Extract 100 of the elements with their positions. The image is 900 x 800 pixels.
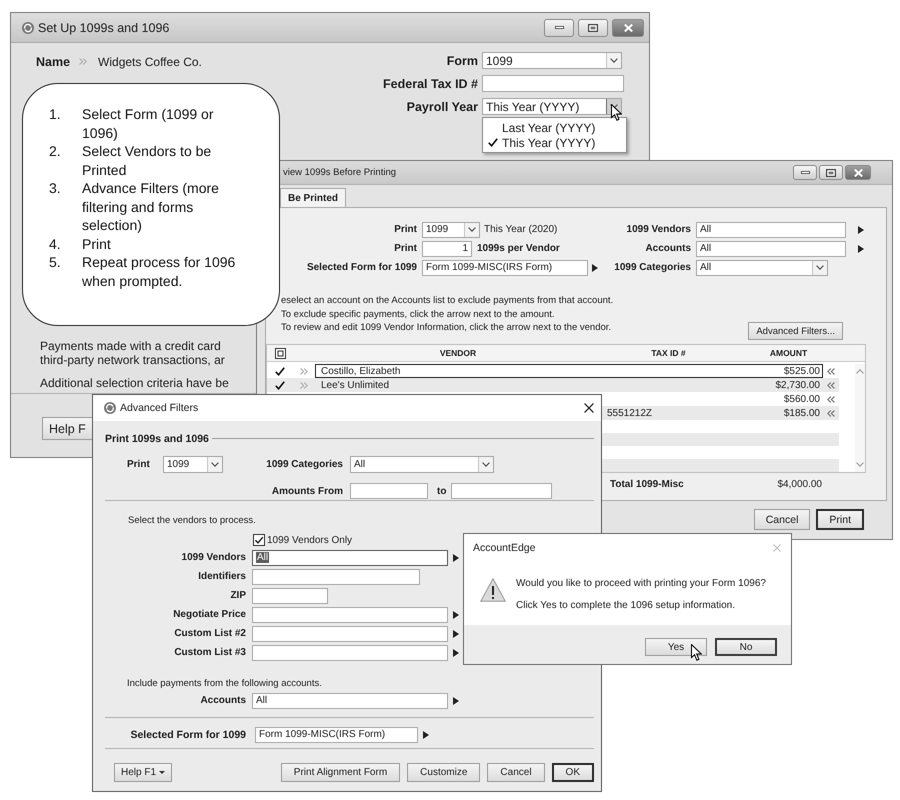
minimize-icon[interactable] bbox=[800, 171, 810, 174]
checkmark-icon[interactable] bbox=[275, 366, 285, 376]
triangle-arrow-icon[interactable] bbox=[858, 226, 864, 234]
field-label: Negotiate Price bbox=[172, 609, 246, 620]
step-number: 3. bbox=[49, 179, 62, 198]
triangle-arrow-icon[interactable] bbox=[423, 730, 429, 738]
close-button[interactable] bbox=[612, 18, 644, 36]
close-button[interactable] bbox=[845, 165, 871, 180]
chevron-down-icon[interactable] bbox=[211, 462, 219, 467]
minimize-icon[interactable] bbox=[554, 26, 564, 29]
scrollbar[interactable] bbox=[855, 364, 865, 472]
cancel-button[interactable]: Cancel bbox=[487, 763, 545, 782]
input-field[interactable] bbox=[482, 75, 624, 92]
print-button[interactable]: Print bbox=[816, 509, 864, 530]
minimize-button[interactable] bbox=[544, 18, 574, 36]
note-text: Payments made with a credit card bbox=[40, 338, 221, 353]
checkmark-icon[interactable] bbox=[275, 380, 285, 390]
dropdown[interactable]: 1099 bbox=[482, 52, 622, 69]
chevron-down-icon[interactable] bbox=[610, 104, 618, 109]
input-field[interactable] bbox=[252, 626, 448, 642]
column-header: AMOUNT bbox=[768, 348, 808, 358]
triangle-arrow-icon[interactable] bbox=[453, 630, 459, 638]
table-row[interactable]: Costillo, Elizabeth $525.00 bbox=[267, 364, 839, 378]
double-chevron-left-icon[interactable] bbox=[827, 382, 835, 388]
advanced-filters-button[interactable]: Advanced Filters... bbox=[748, 322, 843, 340]
double-chevron-left-icon[interactable] bbox=[827, 410, 835, 416]
dropdown[interactable]: This Year (YYYY) bbox=[482, 98, 622, 115]
step-text: Select Form (1099 or 1096) bbox=[82, 105, 214, 142]
no-button[interactable]: No bbox=[715, 638, 777, 656]
input-field[interactable] bbox=[252, 568, 420, 584]
chevron-down-icon[interactable] bbox=[610, 58, 618, 63]
help-button[interactable]: Help F1 bbox=[114, 763, 172, 782]
triangle-arrow-icon[interactable] bbox=[453, 696, 459, 704]
caret-icon[interactable] bbox=[159, 771, 166, 774]
table-cell-text: $560.00 bbox=[782, 394, 821, 404]
dropdown[interactable]: All bbox=[350, 456, 494, 473]
warning-icon bbox=[480, 578, 506, 602]
table-cell-text: $185.00 bbox=[782, 408, 821, 418]
field-label: Accounts bbox=[644, 243, 692, 254]
field-label: Selected Form for 1099 bbox=[306, 262, 418, 273]
dropdown[interactable]: All bbox=[696, 260, 828, 276]
input-field[interactable] bbox=[451, 483, 552, 499]
message-text: Would you like to proceed with printing your Form 1096? bbox=[516, 578, 766, 590]
minimize-button[interactable] bbox=[793, 165, 817, 180]
input-field[interactable] bbox=[252, 588, 328, 604]
yes-button[interactable]: Yes bbox=[645, 638, 707, 656]
triangle-arrow-icon[interactable] bbox=[592, 264, 598, 272]
input-field[interactable]: All bbox=[252, 692, 448, 708]
triangle-arrow-icon[interactable] bbox=[453, 610, 459, 618]
table-row[interactable]: Lee's Unlimited $2,730.00 bbox=[267, 378, 839, 392]
field-label: Custom List #3 bbox=[173, 647, 246, 658]
dropdown-option[interactable]: This Year (YYYY) bbox=[483, 135, 626, 150]
input-field[interactable]: 1 bbox=[422, 240, 472, 256]
field-label: Amounts From bbox=[270, 486, 343, 496]
checkbox[interactable]: 1099 Vendors Only bbox=[253, 533, 352, 547]
field-label: 1099 Vendors bbox=[180, 552, 246, 563]
step-number: 4. bbox=[49, 234, 62, 253]
checkbox-icon[interactable] bbox=[253, 534, 265, 546]
print-alignment-form-button[interactable]: Print Alignment Form bbox=[280, 763, 400, 782]
triangle-arrow-icon[interactable] bbox=[858, 244, 864, 252]
input-field[interactable]: All bbox=[696, 222, 846, 238]
double-chevron-left-icon[interactable] bbox=[827, 396, 835, 402]
step-text: Advance Filters (more filtering and forms selection) bbox=[82, 179, 220, 234]
input-field[interactable]: All bbox=[252, 550, 448, 566]
maximize-button[interactable] bbox=[578, 18, 608, 36]
field-label: Selected Form for 1099 bbox=[129, 728, 246, 740]
help-button[interactable]: Help F bbox=[42, 417, 93, 440]
chevron-up-icon[interactable] bbox=[856, 369, 864, 374]
input-field[interactable] bbox=[252, 606, 448, 622]
maximize-icon[interactable] bbox=[826, 168, 836, 176]
field-label: Print bbox=[393, 224, 418, 235]
input-field[interactable] bbox=[252, 644, 448, 660]
ok-button[interactable]: OK bbox=[552, 763, 594, 782]
step-text: Select Vendors to be Printed bbox=[82, 142, 212, 179]
maximize-icon[interactable] bbox=[588, 24, 598, 32]
chevron-down-icon[interactable] bbox=[816, 265, 824, 270]
input-field[interactable]: All bbox=[696, 240, 846, 256]
table-cell-text: $525.00 bbox=[782, 366, 821, 376]
dropdown[interactable]: 1099 bbox=[163, 456, 223, 473]
customize-button[interactable]: Customize bbox=[407, 763, 480, 782]
chevron-down-icon[interactable] bbox=[482, 462, 490, 467]
chevron-down-icon[interactable] bbox=[468, 227, 476, 232]
maximize-button[interactable] bbox=[819, 165, 843, 180]
input-field[interactable]: Form 1099-MISC(IRS Form) bbox=[422, 260, 588, 276]
field-caption: This Year (2020) bbox=[484, 224, 558, 235]
input-field[interactable] bbox=[350, 483, 428, 499]
tab[interactable]: Be Printed bbox=[280, 188, 346, 207]
dropdown[interactable]: 1099 bbox=[422, 222, 480, 238]
triangle-arrow-icon[interactable] bbox=[453, 554, 459, 562]
double-chevron-left-icon[interactable] bbox=[827, 368, 835, 374]
field-label: Payroll Year bbox=[406, 100, 478, 114]
step-number: 1. bbox=[49, 105, 62, 124]
cancel-button[interactable]: Cancel bbox=[754, 509, 810, 530]
instruction-text: To review and edit 1099 Vendor Information, click the arrow next to the vendor. bbox=[281, 321, 612, 334]
input-field[interactable]: Form 1099-MISC(IRS Form) bbox=[255, 726, 418, 742]
total-label: Total 1099-Misc bbox=[609, 478, 685, 490]
dropdown-option[interactable]: Last Year (YYYY) bbox=[483, 120, 626, 135]
select-all-checkbox[interactable] bbox=[274, 348, 286, 358]
close-icon[interactable] bbox=[584, 403, 594, 413]
triangle-arrow-icon[interactable] bbox=[453, 648, 459, 656]
